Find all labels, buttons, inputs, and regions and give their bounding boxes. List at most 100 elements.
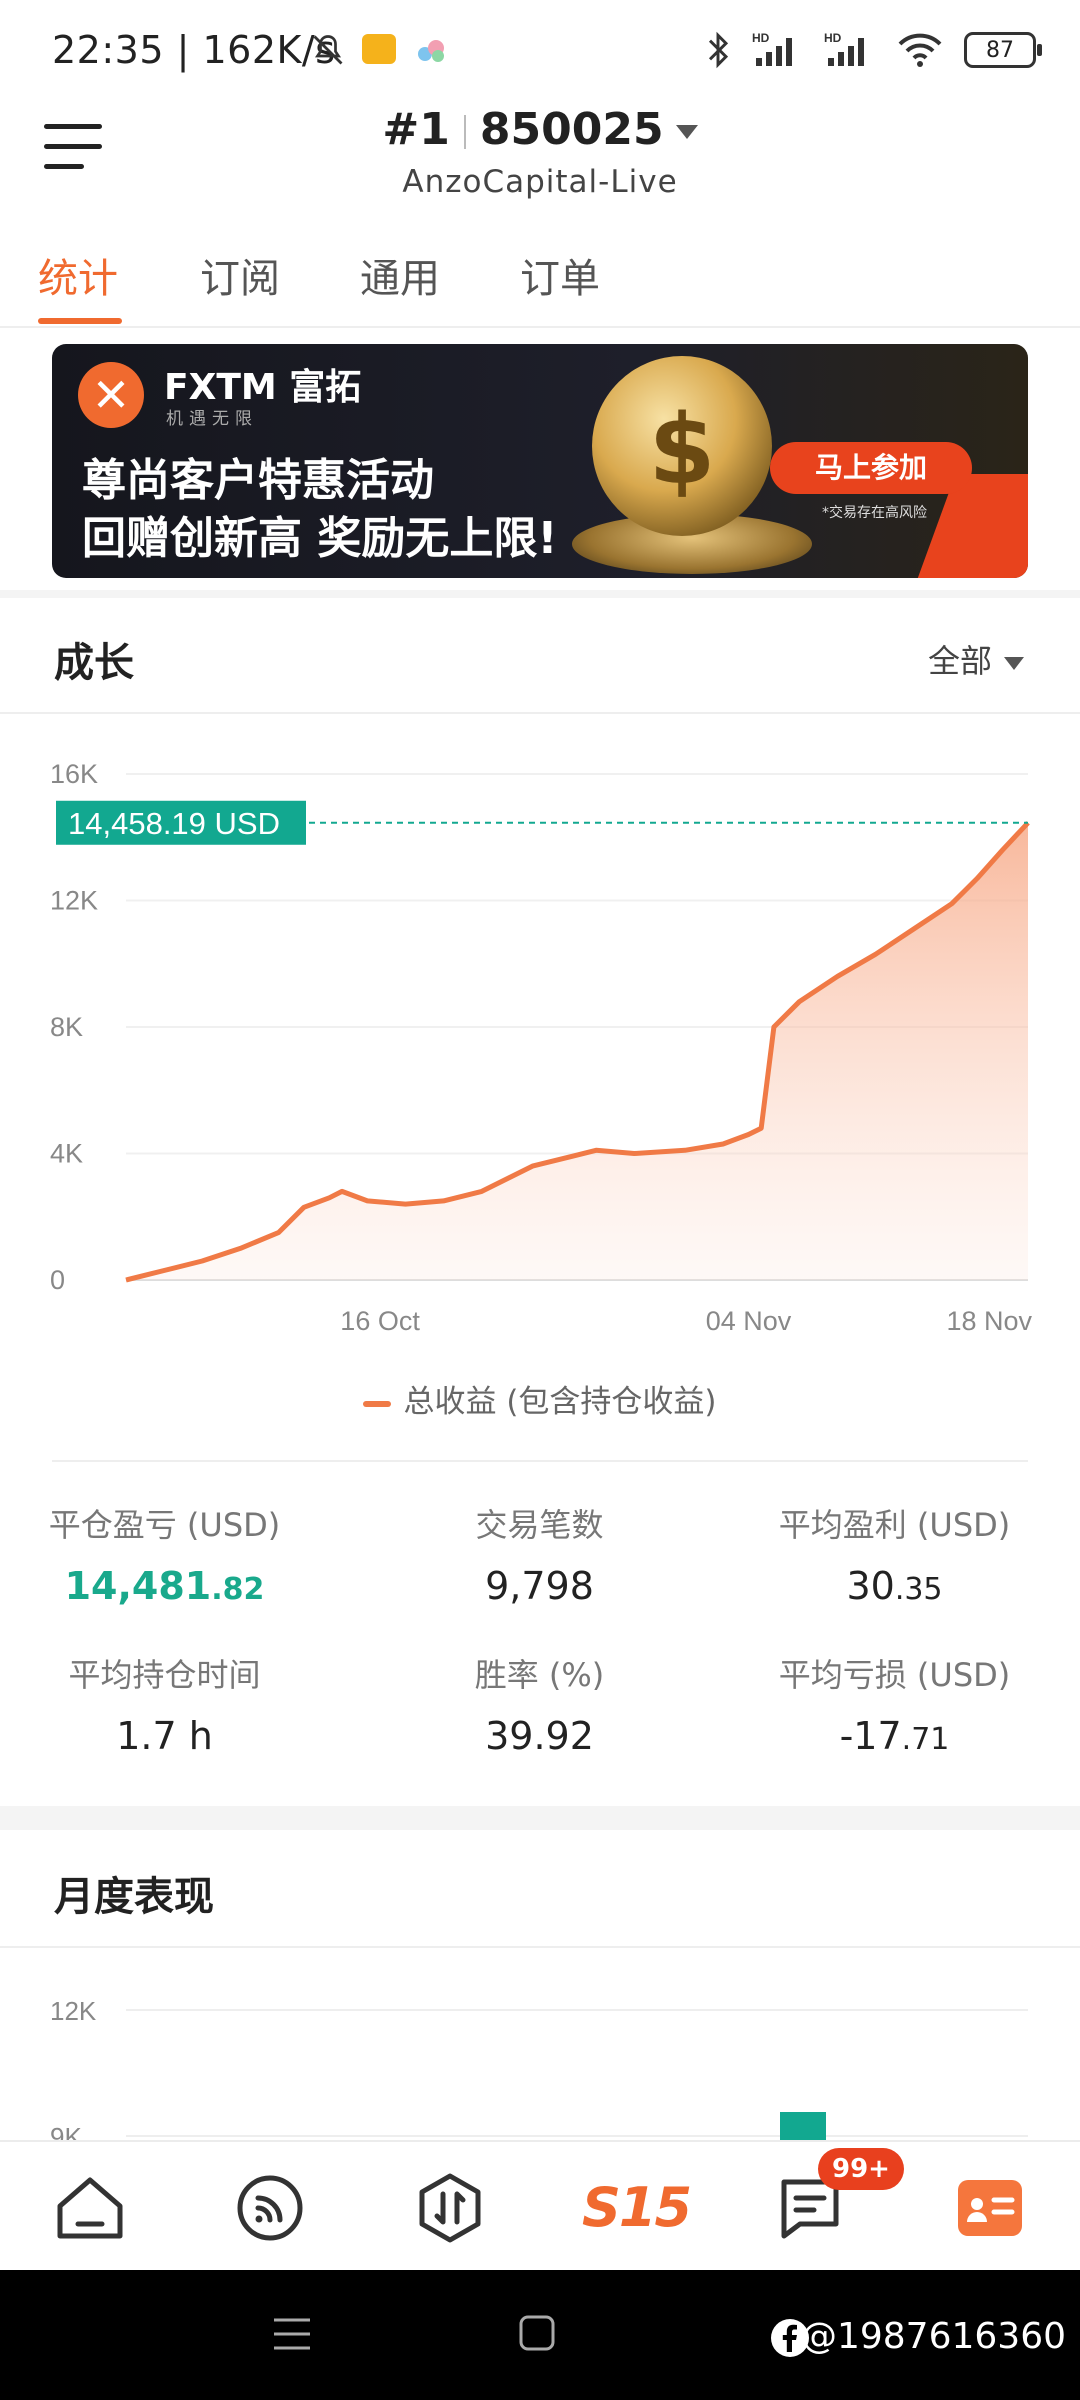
battery-indicator: 87 <box>964 32 1042 68</box>
chart-legend[interactable]: 总收益 (包含持仓收益) <box>0 1376 1080 1421</box>
growth-title: 成长 <box>54 640 134 686</box>
section-divider <box>0 1946 1080 1948</box>
profile-card-icon <box>958 2180 1022 2236</box>
square-icon <box>519 2315 555 2351</box>
stat-value-int: 9,798 <box>485 1564 594 1608</box>
account-rank: #1 <box>382 104 450 155</box>
filter-label: 全部 <box>927 642 992 680</box>
stat-label: 交易笔数 <box>475 1506 604 1544</box>
stat-label: 胜率 (%) <box>474 1656 605 1694</box>
bluetooth-icon <box>708 31 729 69</box>
tab-statistics[interactable]: 统计 <box>38 246 118 304</box>
banner-tagline: 机遇无限 <box>166 409 258 429</box>
title-separator <box>463 115 466 149</box>
stat-trade-count: 交易笔数 9,798 <box>377 1500 702 1608</box>
tab-bar: 统计 订阅 通用 订单 <box>0 240 1080 328</box>
section-gap <box>0 590 1080 598</box>
cloud-app-icon <box>414 36 448 70</box>
wifi-icon <box>898 33 942 67</box>
stat-value-int: 30 <box>846 1564 895 1608</box>
trade-hex-icon <box>419 2173 481 2243</box>
nav-feed[interactable] <box>230 2168 310 2248</box>
promo-banner[interactable]: ✕ FXTM 富拓 机遇无限 尊尚客户特惠活动 回赠创新高 奖励无上限! $ 马… <box>52 344 1028 578</box>
battery-level: 87 <box>986 37 1014 63</box>
stat-value: 14,481.82 <box>2 1564 327 1608</box>
stat-closed-pnl: 平仓盈亏 (USD) 14,481.82 <box>2 1500 327 1608</box>
s15-logo: S15 <box>582 2176 692 2239</box>
growth-area <box>126 822 1028 1280</box>
stat-value-int: -17 <box>839 1714 902 1758</box>
mail-app-icon <box>362 34 396 64</box>
nav-home[interactable] <box>50 2168 130 2248</box>
stat-value: -17.71 <box>732 1714 1057 1758</box>
stat-value: 39.92 <box>377 1714 702 1758</box>
y-tick-label: 12K <box>50 1996 97 2026</box>
stat-value: 1.7 h <box>2 1714 327 1758</box>
recent-apps-button[interactable] <box>272 2314 312 2358</box>
signal-hd-icon-2: HD <box>824 31 864 66</box>
x-tick-label: 18 Nov <box>946 1306 1032 1336</box>
account-selector[interactable]: #1 850025 <box>0 104 1080 155</box>
risk-disclaimer: *交易存在高风险 <box>822 505 927 521</box>
growth-range-filter[interactable]: 全部 <box>928 636 1024 682</box>
chevron-down-icon <box>1004 656 1024 670</box>
feed-icon <box>237 2175 303 2241</box>
system-nav-bar: @1987616360 <box>0 2270 1080 2400</box>
svg-text:HD: HD <box>752 31 770 45</box>
tab-subscribe[interactable]: 订阅 <box>200 246 280 304</box>
current-value-label: 14,458.19 USD <box>68 806 280 841</box>
stat-label: 平均持仓时间 <box>68 1656 261 1694</box>
status-time: 22:35 | 162K/s <box>52 28 336 72</box>
stat-value: 9,798 <box>377 1564 702 1608</box>
y-tick-label: 16K <box>50 759 98 789</box>
banner-headline-2: 回赠创新高 奖励无上限! <box>82 513 558 564</box>
banner-headline-1: 尊尚客户特惠活动 <box>82 455 434 506</box>
y-tick-label: 12K <box>50 886 98 916</box>
stat-avg-profit: 平均盈利 (USD) 30.35 <box>732 1500 1057 1608</box>
y-tick-label: 4K <box>50 1139 83 1169</box>
stat-value-int: 1.7 h <box>116 1714 213 1758</box>
fxtm-logo-icon: ✕ <box>78 362 144 428</box>
legend-label: 总收益 (包含持仓收益) <box>403 1384 717 1420</box>
section-divider <box>0 712 1080 714</box>
monthly-chart: 12K 9K <box>50 1996 1028 2140</box>
section-gap <box>0 1806 1080 1830</box>
y-tick-label: 0 <box>50 1265 65 1295</box>
stat-value: 30.35 <box>732 1564 1057 1608</box>
banner-brand: FXTM 富拓 <box>164 367 362 408</box>
current-value-tag: 14,458.19 USD <box>56 800 306 845</box>
stat-value-dec: .82 <box>211 1572 265 1607</box>
home-icon <box>57 2177 123 2239</box>
signal-hd-icon: HD <box>752 31 792 66</box>
stat-avg-loss: 平均亏损 (USD) -17.71 <box>732 1650 1057 1758</box>
status-bar: 22:35 | 162K/s HD HD 87 <box>0 0 1080 100</box>
account-server: AnzoCapital-Live <box>402 164 678 200</box>
growth-chart: 0 4K 8K 12K 16K 14,458.19 USD 16 Oct 04 Nov 18… <box>50 759 1032 1336</box>
y-tick-label: 9K <box>50 2122 82 2140</box>
monthly-title: 月度表现 <box>54 1874 214 1920</box>
home-button[interactable] <box>518 2314 556 2356</box>
stat-label: 平均盈利 (USD) <box>778 1506 1011 1544</box>
stat-value-int: 14,481 <box>64 1564 212 1608</box>
chevron-down-icon <box>675 125 698 139</box>
stat-label: 平均亏损 (USD) <box>778 1656 1011 1694</box>
stat-value-int: 39.92 <box>485 1714 594 1758</box>
account-id: 850025 <box>479 104 664 155</box>
stats-divider <box>52 1460 1028 1462</box>
bottom-nav: S15 <box>0 2140 1080 2272</box>
stat-win-rate: 胜率 (%) 39.92 <box>377 1650 702 1758</box>
tab-orders[interactable]: 订单 <box>520 246 600 304</box>
status-icons: HD HD 87 <box>704 30 1042 70</box>
y-tick-label: 8K <box>50 1012 83 1042</box>
unread-badge: 99+ <box>818 2148 904 2190</box>
x-tick-label: 04 Nov <box>706 1306 792 1336</box>
nav-s15[interactable]: S15 <box>582 2168 692 2248</box>
stat-label: 平仓盈亏 (USD) <box>48 1506 281 1544</box>
join-now-button[interactable]: 马上参加 <box>770 442 972 494</box>
nav-trade[interactable] <box>410 2168 490 2248</box>
dollar-coin-graphic: $ <box>592 356 772 536</box>
nav-profile[interactable] <box>950 2168 1030 2248</box>
menu-lines-icon <box>274 2318 310 2350</box>
tab-general[interactable]: 通用 <box>360 246 440 304</box>
legend-swatch <box>363 1400 392 1407</box>
